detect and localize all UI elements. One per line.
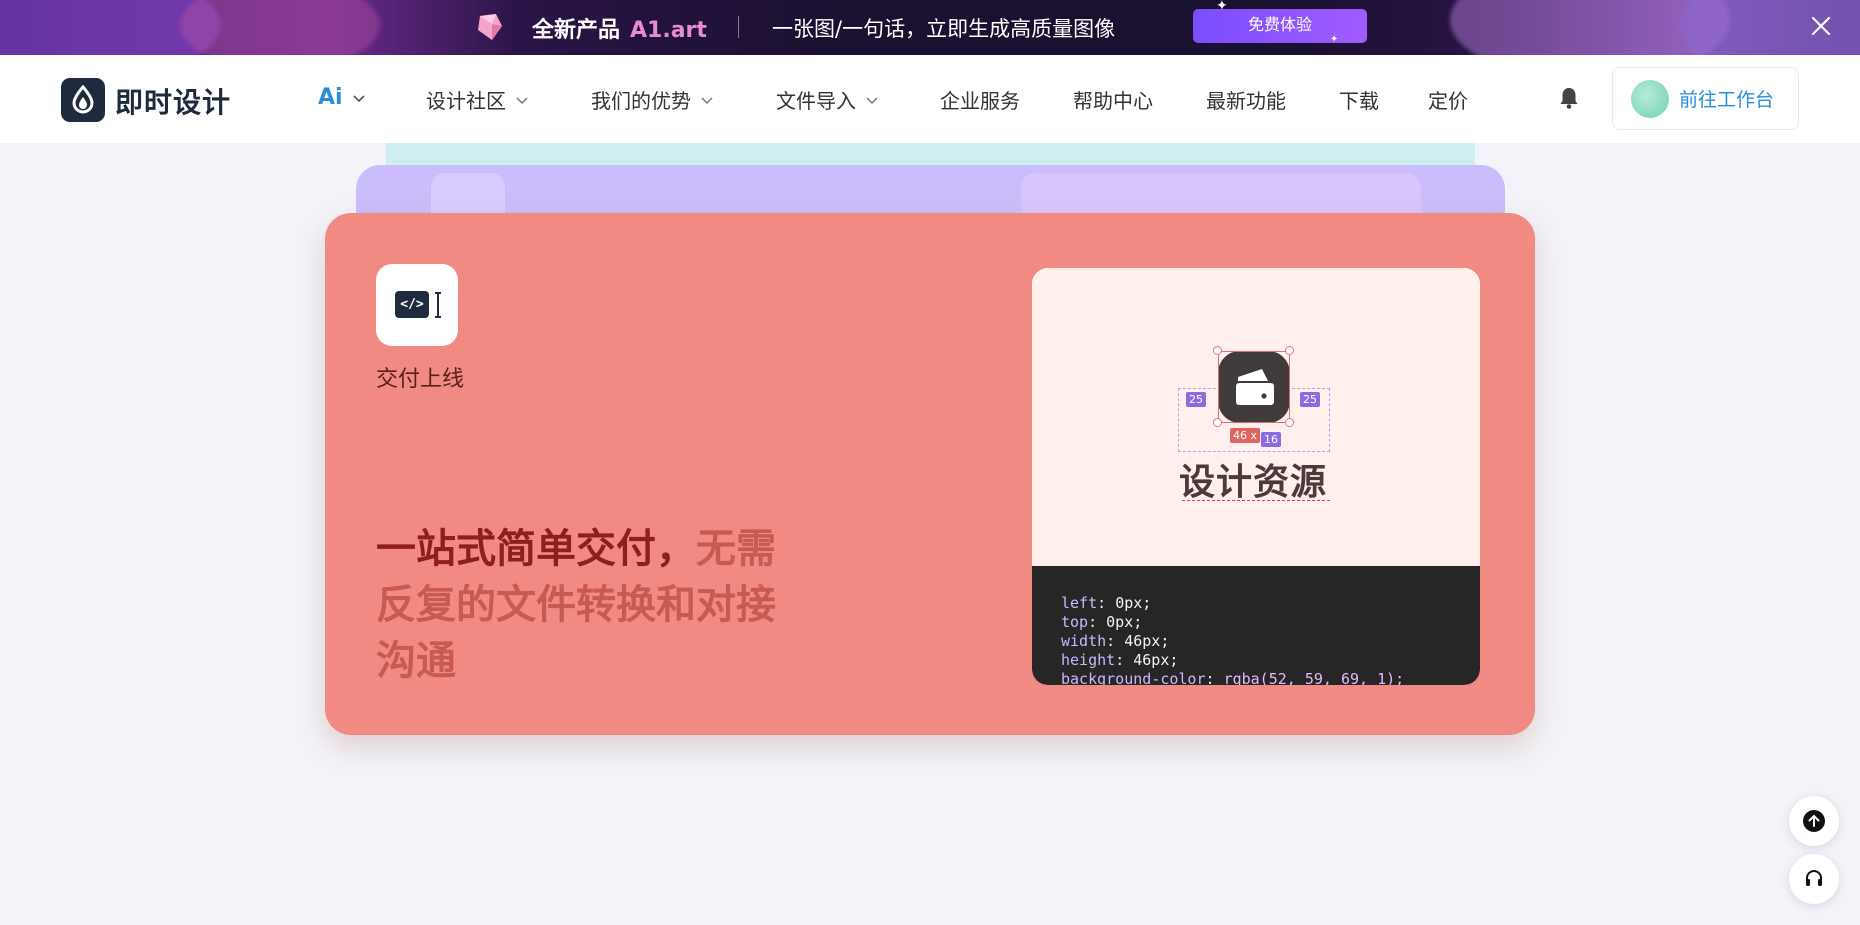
chevron-down-icon	[866, 96, 878, 104]
code-line: height: 46px;	[1061, 651, 1179, 669]
nav-item-pricing[interactable]: 定价	[1428, 85, 1468, 114]
chevron-down-icon	[353, 94, 365, 102]
close-icon[interactable]	[1808, 13, 1834, 39]
code-value: 0px;	[1115, 594, 1152, 612]
nav-item-label: 企业服务	[940, 89, 1020, 113]
resize-handle	[1213, 346, 1222, 355]
code-line: width: 46px;	[1061, 632, 1170, 650]
promo-brand-text: 全新产品	[532, 18, 621, 43]
workbench-button[interactable]: 前往工作台	[1612, 67, 1799, 130]
nav-item-file-import[interactable]: 文件导入	[776, 85, 880, 114]
avatar	[1631, 79, 1669, 118]
feature-icon-tile: </>	[376, 264, 458, 346]
feature-headline: 一站式简单交付，无需反复的文件转换和对接沟通	[376, 521, 796, 689]
headline-strong: 一站式简单交付，	[376, 526, 696, 572]
promo-slogan: 一张图/一句话，立即生成高质量图像	[772, 17, 1116, 41]
promo-swirl	[180, 0, 380, 55]
nav-item-label: 最新功能	[1206, 89, 1286, 113]
logo-icon[interactable]	[61, 78, 105, 122]
feature-card: </> 交付上线 一站式简单交付，无需反复的文件转换和对接沟通 25 25 46…	[325, 213, 1535, 735]
sparkle-icon: ✦	[1216, 0, 1228, 14]
chevron-down-icon	[516, 96, 528, 104]
chevron-down-icon	[701, 96, 713, 104]
customer-service-button[interactable]	[1789, 854, 1839, 904]
preview-title: 设计资源	[1179, 462, 1328, 503]
nav-item-label: 文件导入	[776, 89, 856, 113]
top-nav: 即时设计 Ai 设计社区 我们的优势 文件导入 企业服务 帮助中心 最新功能 下…	[0, 55, 1860, 143]
logo-text[interactable]: 即时设计	[115, 81, 231, 121]
bell-icon[interactable]	[1557, 85, 1581, 111]
code-value: 0px;	[1106, 613, 1143, 631]
code-value: 46px;	[1124, 632, 1170, 650]
code-icon: </>	[395, 291, 429, 318]
code-value: rgba(52, 59, 69, 1);	[1223, 670, 1405, 685]
nav-item-label: 下载	[1339, 89, 1379, 113]
nav-item-help[interactable]: 帮助中心	[1073, 85, 1153, 114]
nav-item-advantages[interactable]: 我们的优势	[591, 85, 715, 114]
resize-handle	[1285, 346, 1294, 355]
code-key: background-color	[1061, 670, 1206, 685]
title-underline	[1182, 500, 1330, 501]
promo-divider	[738, 16, 739, 38]
feature-label: 交付上线	[376, 367, 465, 392]
code-line: left: 0px;	[1061, 594, 1152, 612]
code-key: top	[1061, 613, 1089, 631]
promo-product: A1.art	[630, 18, 707, 43]
measure-bottom-label: 16	[1261, 432, 1281, 447]
gem-icon	[478, 14, 502, 40]
resize-handle	[1285, 418, 1294, 427]
code-key: height	[1061, 651, 1116, 669]
code-key: left	[1061, 594, 1098, 612]
nav-item-label: 我们的优势	[591, 89, 691, 113]
arrow-up-icon	[1803, 810, 1825, 832]
design-preview: 25 25 46 x 16 设计资源 left: 0px; top: 0px; …	[1032, 268, 1480, 685]
text-cursor-icon	[435, 292, 441, 318]
nav-item-label: 设计社区	[426, 89, 506, 113]
free-trial-button[interactable]: 免费体验	[1193, 9, 1367, 43]
nav-item-new-features[interactable]: 最新功能	[1206, 85, 1286, 114]
nav-item-label: 定价	[1428, 89, 1468, 113]
code-line: top: 0px;	[1061, 613, 1143, 631]
code-line: background-color: rgba(52, 59, 69, 1);	[1061, 670, 1480, 685]
back-to-top-button[interactable]	[1789, 796, 1839, 846]
nav-item-community[interactable]: 设计社区	[426, 85, 530, 114]
code-value: 46px;	[1133, 651, 1179, 669]
preview-canvas: 25 25 46 x 16 设计资源	[1032, 268, 1480, 566]
headset-icon	[1806, 870, 1822, 886]
measure-left-label: 25	[1186, 392, 1206, 407]
workbench-label: 前往工作台	[1679, 89, 1775, 111]
nav-item-enterprise[interactable]: 企业服务	[940, 85, 1020, 114]
code-key: width	[1061, 632, 1107, 650]
nav-item-ai[interactable]: Ai	[318, 85, 367, 110]
nav-item-label: 帮助中心	[1073, 89, 1153, 113]
selection-box	[1218, 351, 1290, 423]
code-panel: left: 0px; top: 0px; width: 46px; height…	[1032, 566, 1480, 685]
resize-handle	[1213, 418, 1222, 427]
nav-item-label: Ai	[318, 85, 343, 110]
nav-item-download[interactable]: 下载	[1339, 85, 1379, 114]
sparkle-icon: ✦	[1330, 34, 1339, 45]
promo-banner: 全新产品 A1.art 一张图/一句话，立即生成高质量图像 免费体验 ✦ ✦	[0, 0, 1860, 55]
measure-size-label: 46 x	[1230, 428, 1261, 443]
promo-brand: 全新产品 A1.art	[532, 12, 707, 44]
measure-right-label: 25	[1300, 392, 1320, 407]
